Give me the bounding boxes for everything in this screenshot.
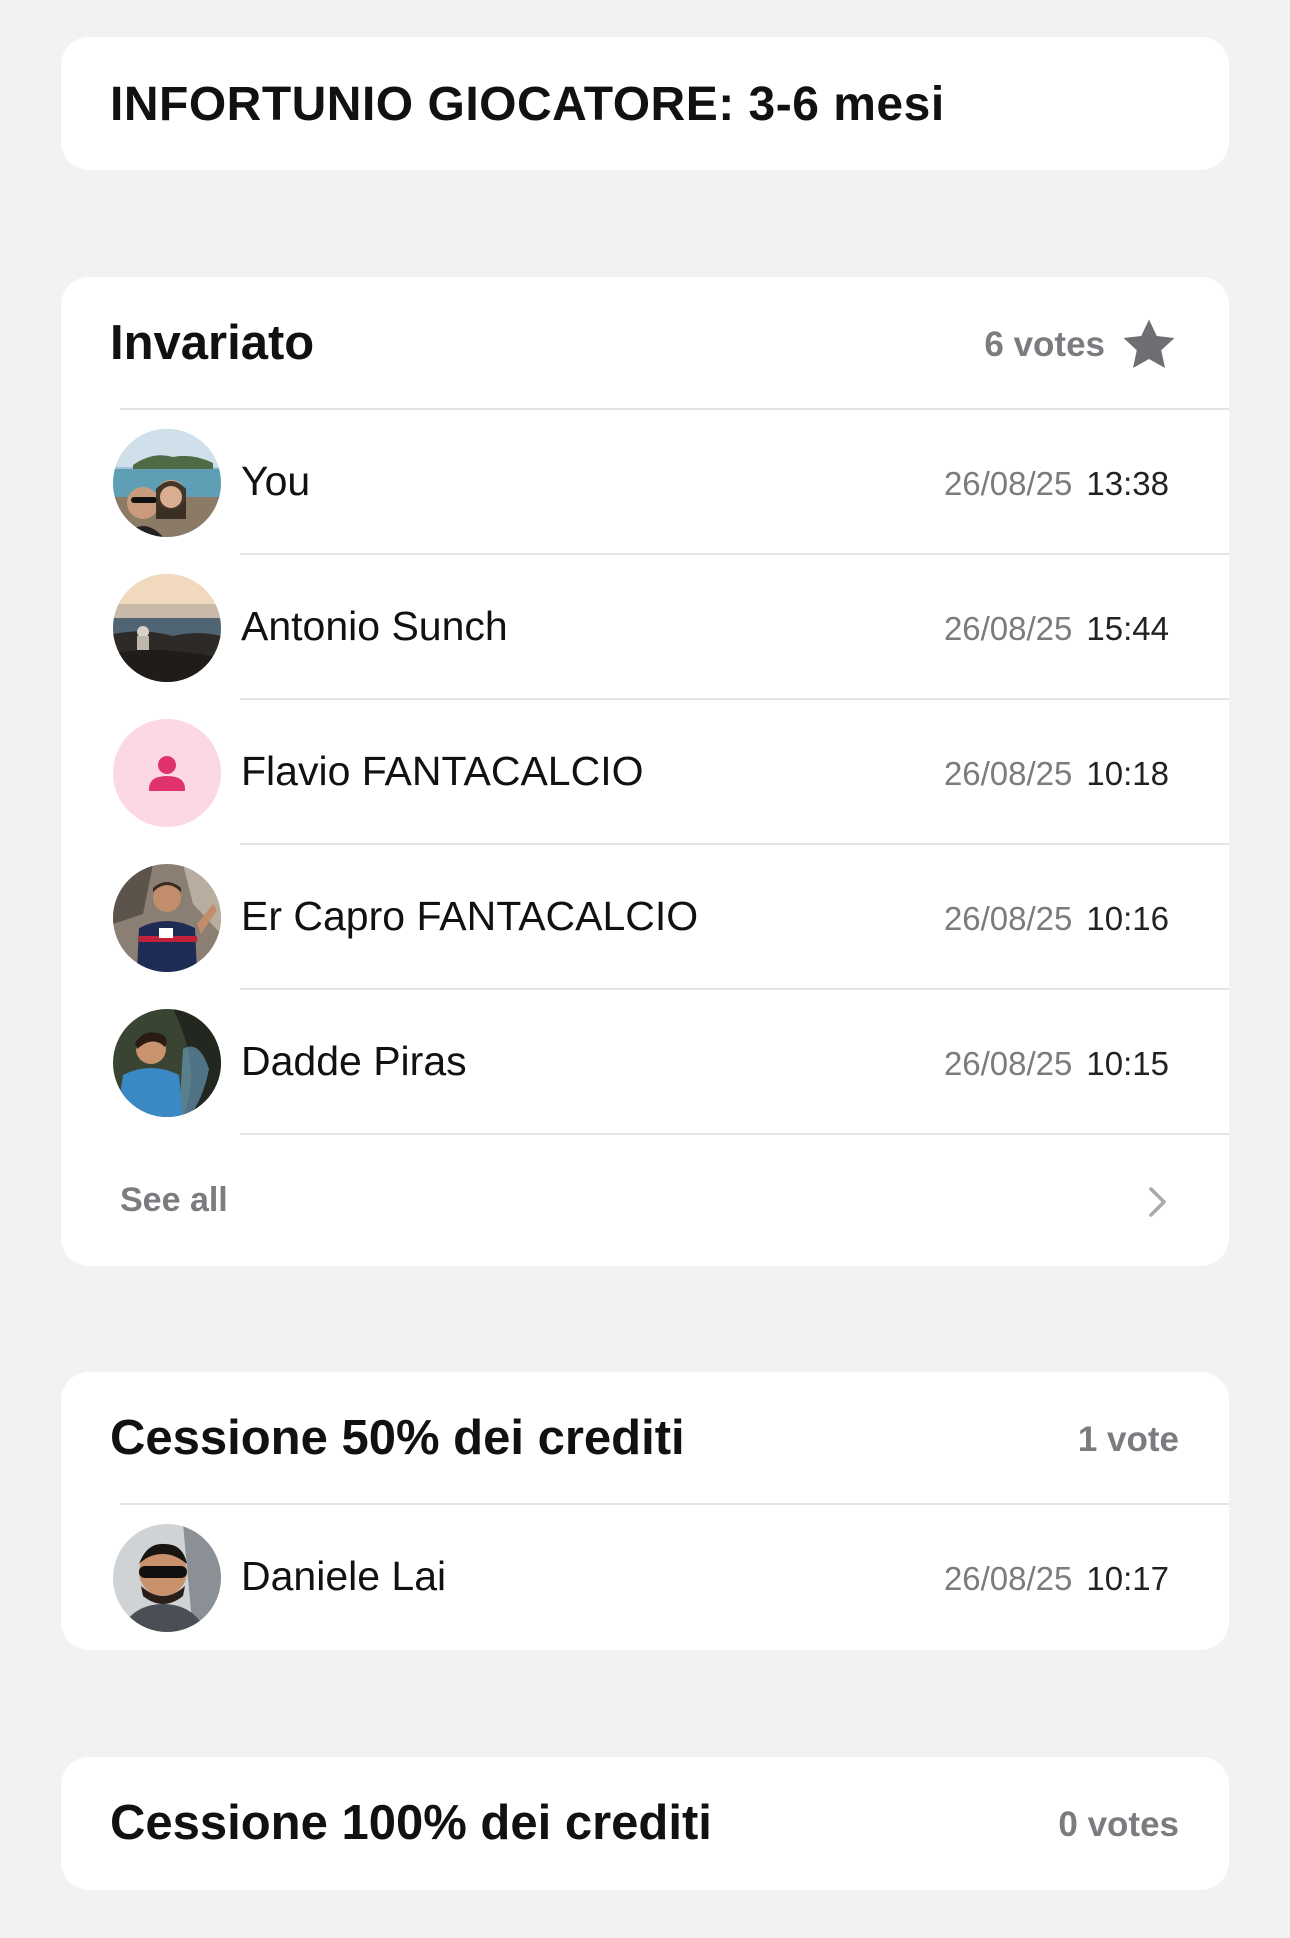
poll-option-title: Cessione 100% dei crediti <box>110 1796 712 1850</box>
voter-date: 26/08/25 <box>943 1560 1073 1597</box>
avatar <box>113 574 221 682</box>
poll-option-header[interactable]: Invariato 6 votes <box>61 277 1229 410</box>
poll-question-title: INFORTUNIO GIOCATORE: 3-6 mesi <box>110 78 945 131</box>
avatar <box>113 429 221 537</box>
voter-date: 26/08/25 <box>943 900 1073 937</box>
voter-time: 15:44 <box>1086 610 1169 647</box>
voter-row[interactable]: Antonio Sunch 26/08/25 15:44 <box>61 555 1229 700</box>
voter-time: 13:38 <box>1086 465 1169 502</box>
poll-option-vote-count: 6 votes <box>984 325 1105 364</box>
poll-option-card-invariato: Invariato 6 votes You 26/08/25 13:38 Ant… <box>61 277 1229 1266</box>
voter-row[interactable]: Flavio FANTACALCIO 26/08/25 10:18 <box>61 700 1229 845</box>
poll-option-header[interactable]: Cessione 100% dei crediti 0 votes <box>61 1757 1229 1890</box>
person-placeholder-icon <box>149 756 185 791</box>
voter-timestamp: 26/08/25 13:38 <box>944 465 1169 503</box>
voter-name: Er Capro FANTACALCIO <box>241 893 699 939</box>
voter-date: 26/08/25 <box>943 465 1073 502</box>
star-icon <box>1123 319 1175 368</box>
voter-date: 26/08/25 <box>943 755 1073 792</box>
voter-time: 10:18 <box>1086 755 1169 792</box>
poll-option-card-cessione-100: Cessione 100% dei crediti 0 votes <box>61 1757 1229 1890</box>
see-all-label: See all <box>120 1181 228 1219</box>
voter-time: 10:15 <box>1086 1045 1169 1082</box>
voter-time: 10:17 <box>1086 1560 1169 1597</box>
poll-option-card-cessione-50: Cessione 50% dei crediti 1 vote Daniele … <box>61 1372 1229 1650</box>
voter-name: Antonio Sunch <box>241 603 508 649</box>
poll-option-vote-count: 1 vote <box>1077 1420 1179 1459</box>
voter-date: 26/08/25 <box>943 610 1073 647</box>
voter-name: Daniele Lai <box>241 1553 447 1599</box>
avatar <box>113 719 221 827</box>
voter-row[interactable]: Daniele Lai 26/08/25 10:17 <box>61 1505 1229 1650</box>
voter-name: Flavio FANTACALCIO <box>241 748 644 794</box>
chevron-right-icon <box>1149 1187 1166 1217</box>
poll-question-card: INFORTUNIO GIOCATORE: 3-6 mesi <box>61 37 1229 170</box>
voter-timestamp: 26/08/25 15:44 <box>944 610 1169 648</box>
poll-option-title: Invariato <box>110 316 315 370</box>
voter-time: 10:16 <box>1086 900 1169 937</box>
avatar <box>113 864 221 972</box>
voter-name: Dadde Piras <box>241 1038 467 1084</box>
poll-option-header[interactable]: Cessione 50% dei crediti 1 vote <box>61 1372 1229 1505</box>
poll-option-title: Cessione 50% dei crediti <box>110 1411 685 1465</box>
voter-timestamp: 26/08/25 10:15 <box>944 1045 1169 1083</box>
voter-row[interactable]: You 26/08/25 13:38 <box>61 410 1229 555</box>
voter-row[interactable]: Dadde Piras 26/08/25 10:15 <box>61 990 1229 1135</box>
voter-row[interactable]: Er Capro FANTACALCIO 26/08/25 10:16 <box>61 845 1229 990</box>
voter-timestamp: 26/08/25 10:18 <box>944 755 1169 793</box>
avatar <box>113 1009 221 1117</box>
poll-option-vote-count: 0 votes <box>1058 1805 1179 1844</box>
voter-timestamp: 26/08/25 10:17 <box>944 1560 1169 1598</box>
voter-timestamp: 26/08/25 10:16 <box>944 900 1169 938</box>
see-all-button[interactable]: See all <box>61 1135 1229 1266</box>
voter-name: You <box>241 458 311 504</box>
avatar <box>113 1524 221 1632</box>
voter-date: 26/08/25 <box>943 1045 1073 1082</box>
